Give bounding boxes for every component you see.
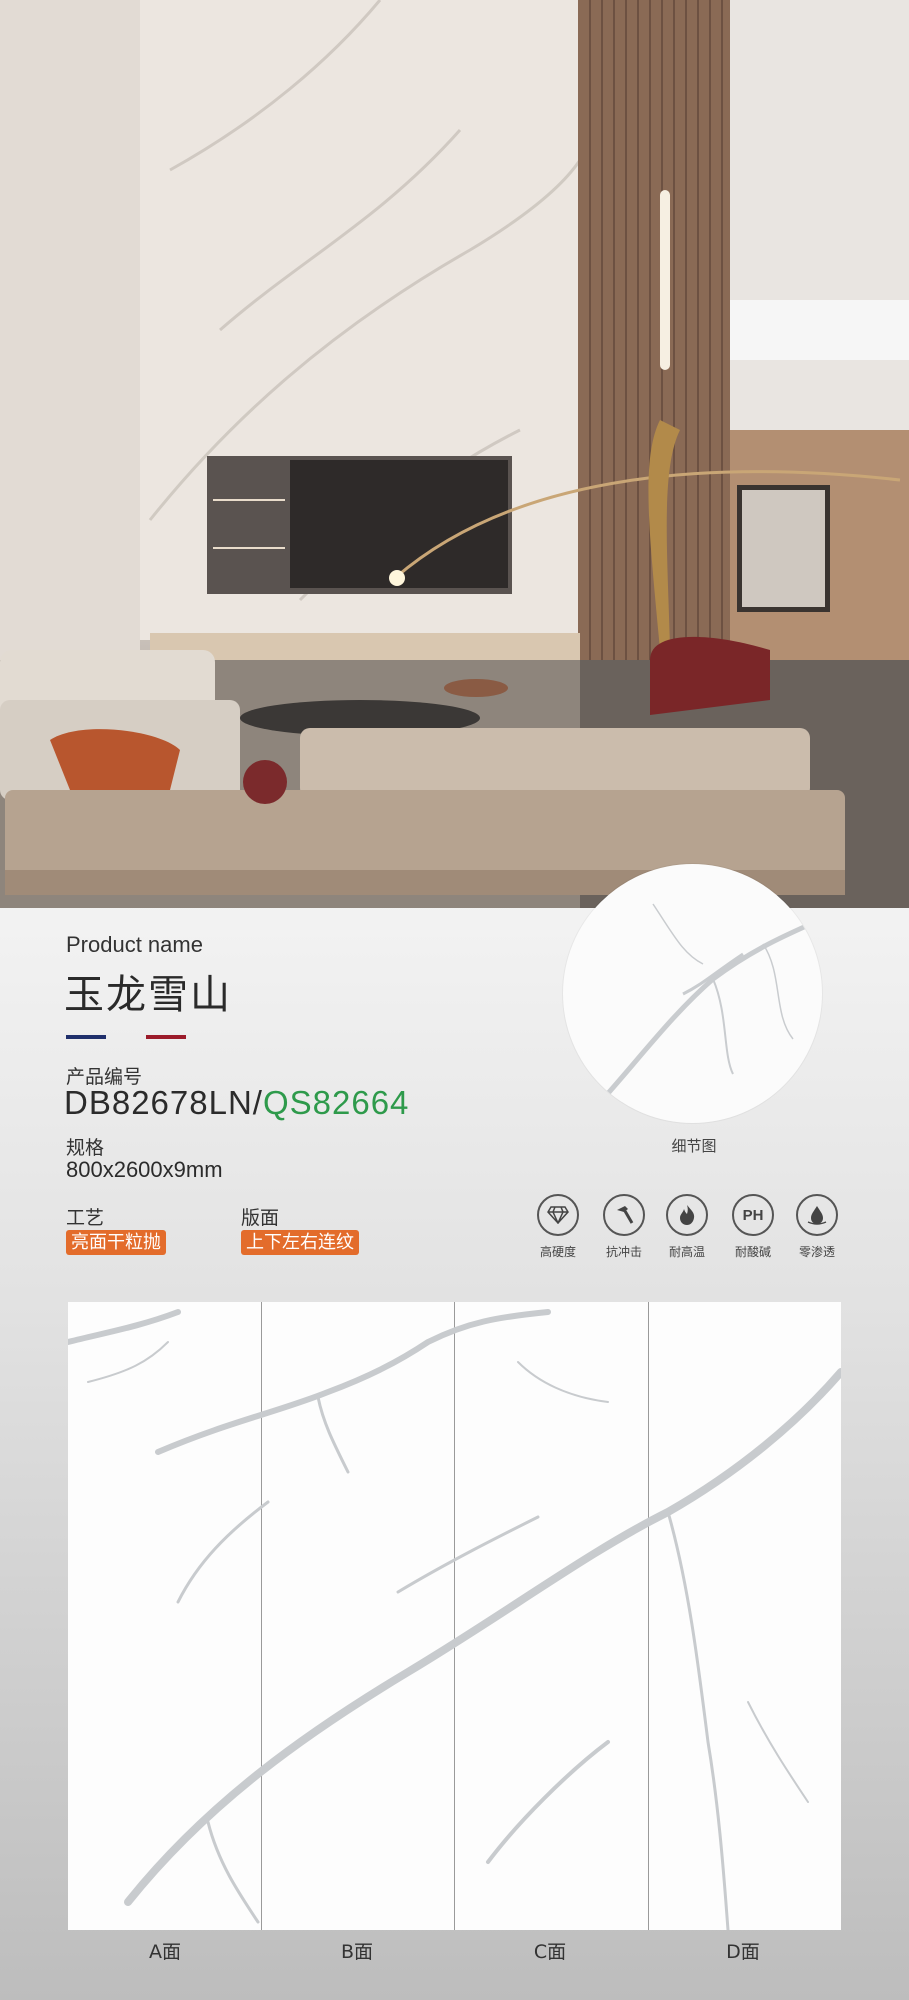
product-sheet: Product name 玉龙雪山 产品编号 DB82678LN/QS82664… [0,0,909,2000]
feature-hardness: 高硬度 [523,1194,593,1260]
detail-image [563,864,822,1123]
tricolor-divider [66,1035,186,1039]
slab-label-b: B面 [340,1941,374,1963]
feature-acid: PH 耐酸碱 [718,1194,788,1260]
diamond-icon [537,1194,579,1236]
feature-water: 零渗透 [782,1194,852,1260]
layout-label: 版面 [241,1207,280,1229]
feature-heat: 耐高温 [652,1194,722,1260]
feature-label: 高硬度 [539,1245,576,1259]
feature-label: 耐高温 [668,1245,705,1259]
craft-badge: 亮面干粒抛 [66,1230,166,1255]
craft-label: 工艺 [66,1207,105,1229]
slab-b [261,1302,455,1930]
feature-impact: 抗冲击 [589,1194,659,1260]
slab-panels [68,1302,841,1930]
slab-d [648,1302,841,1930]
slab-label-c: C面 [533,1941,567,1963]
slab-label-a: A面 [149,1941,181,1963]
feature-label: 耐酸碱 [734,1245,771,1259]
spec-label: 规格 [66,1137,105,1159]
drop-icon [796,1194,838,1236]
hammer-icon [603,1194,645,1236]
detail-caption: 细节图 [671,1137,717,1155]
slab-a [68,1302,262,1930]
flame-icon [666,1194,708,1236]
slab-c [455,1302,649,1930]
feature-label: 零渗透 [798,1245,835,1259]
product-name-label: Product name [66,932,203,957]
layout-badge: 上下左右连纹 [241,1230,359,1255]
ph-icon: PH [732,1194,774,1236]
feature-label: 抗冲击 [605,1245,642,1259]
interior-scene-image [0,0,909,908]
product-name: 玉龙雪山 [64,972,232,1018]
product-code-primary: DB82678LN/ [64,1084,263,1121]
spec-value: 800x2600x9mm [66,1157,223,1182]
slab-label-d: D面 [726,1941,760,1963]
product-code: DB82678LN/QS82664 [64,1084,409,1122]
product-code-secondary: QS82664 [262,1084,410,1121]
